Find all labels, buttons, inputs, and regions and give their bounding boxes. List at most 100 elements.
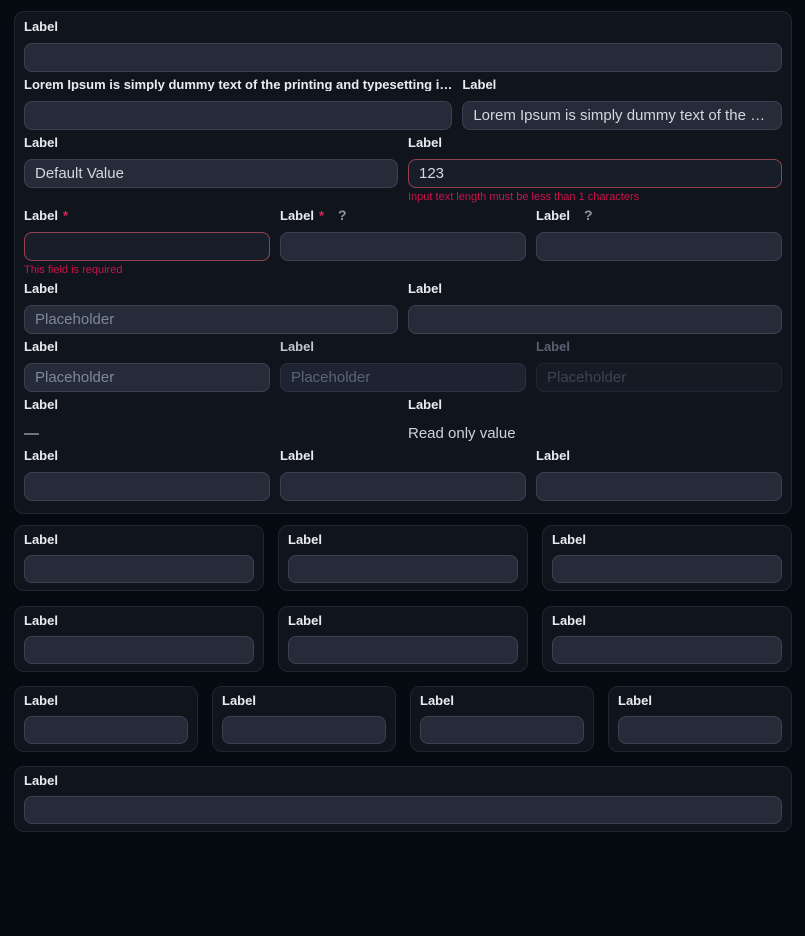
text-input[interactable] — [288, 555, 518, 583]
card-row-2: Label Label Label — [14, 606, 792, 672]
plain-field: Label — [280, 449, 526, 501]
field-label: Label — [288, 614, 322, 627]
text-input[interactable] — [280, 232, 526, 261]
field-label: Label — [24, 136, 58, 149]
field-label-row: Lorem Ipsum is simply dummy text of the … — [24, 78, 452, 91]
text-input-error[interactable] — [24, 232, 270, 261]
field-label-row: Label — [24, 694, 188, 707]
text-input[interactable] — [536, 472, 782, 501]
field-label: Label — [24, 774, 58, 787]
field-label: Label — [280, 340, 314, 353]
text-input[interactable] — [24, 363, 270, 392]
help-field: Label ? — [536, 209, 782, 276]
readonly-value: Read only value — [408, 426, 782, 441]
field-card: Label — [278, 525, 528, 591]
field-label-row: Label — [24, 449, 270, 462]
text-input[interactable] — [24, 716, 188, 744]
field-label-row: Label — [552, 614, 782, 627]
text-input[interactable] — [24, 305, 398, 334]
default-value-field: Label — [24, 136, 398, 203]
text-input-disabled — [280, 363, 526, 392]
field-label: Label — [618, 694, 652, 707]
field-label: Label — [536, 449, 570, 462]
field-label-row: Label — [24, 398, 398, 411]
plain-field: Label — [536, 449, 782, 501]
text-input[interactable] — [552, 636, 782, 664]
field-label-row: Label — [24, 614, 254, 627]
field-label-row: Label — [408, 398, 782, 411]
readonly-value: — — [24, 426, 398, 441]
field-label: Label — [222, 694, 256, 707]
text-input[interactable] — [552, 555, 782, 583]
field-card-full-width: Label — [14, 766, 792, 832]
card-row-4: Label — [14, 766, 792, 832]
text-input[interactable] — [24, 796, 782, 824]
text-input[interactable] — [24, 43, 782, 72]
required-field: Label * This field is required — [24, 209, 270, 276]
field-label: Label — [24, 20, 58, 33]
field-label: Label — [280, 449, 314, 462]
field-label: Label — [552, 533, 586, 546]
field-error-message: Input text length must be less than 1 ch… — [408, 192, 782, 203]
required-asterisk-icon: * — [319, 209, 324, 222]
field-label-row: Label — [420, 694, 584, 707]
field-error-message: This field is required — [24, 265, 270, 276]
form-row-1: Label — [24, 20, 782, 72]
placeholder-field-most-disabled: Label — [536, 340, 782, 392]
field-label: Label — [462, 78, 496, 91]
text-input[interactable] — [24, 472, 270, 501]
field-label-row: Label * ? — [280, 209, 526, 222]
field-label-row: Label — [24, 136, 398, 149]
readonly-empty-field: Label — — [24, 398, 398, 443]
text-input[interactable] — [420, 716, 584, 744]
field-card: Label — [542, 606, 792, 672]
field-card: Label — [14, 606, 264, 672]
field-label-row: Label — [280, 340, 526, 353]
form-row-5: Label Label — [24, 282, 782, 334]
help-icon[interactable]: ? — [338, 209, 347, 222]
text-input[interactable] — [288, 636, 518, 664]
field-label-row: Label — [280, 449, 526, 462]
field-label-row: Label — [618, 694, 782, 707]
help-icon[interactable]: ? — [584, 209, 593, 222]
text-input[interactable] — [24, 159, 398, 188]
form-row-2: Lorem Ipsum is simply dummy text of the … — [24, 78, 782, 130]
field-label: Label — [24, 449, 58, 462]
field-label-row: Label — [288, 614, 518, 627]
text-input[interactable] — [462, 101, 782, 130]
field-card: Label — [608, 686, 792, 752]
field-label-row: Label — [222, 694, 386, 707]
text-input[interactable] — [24, 636, 254, 664]
text-input[interactable] — [618, 716, 782, 744]
text-input[interactable] — [222, 716, 386, 744]
field-label: Label — [280, 209, 314, 222]
plain-field: Label — [408, 282, 782, 334]
text-input[interactable] — [24, 555, 254, 583]
card-row-3: Label Label Label Label — [14, 686, 792, 752]
text-input[interactable] — [280, 472, 526, 501]
field-label-row: Label — [536, 449, 782, 462]
field-card: Label — [278, 606, 528, 672]
field-label: Label — [24, 614, 58, 627]
text-input[interactable] — [408, 305, 782, 334]
field-label: Label — [24, 340, 58, 353]
field-label: Label — [288, 533, 322, 546]
readonly-value-field: Label Read only value — [408, 398, 782, 443]
long-label-field: Lorem Ipsum is simply dummy text of the … — [24, 78, 452, 130]
placeholder-field-normal: Label — [24, 340, 270, 392]
field-label-row: Label — [24, 340, 270, 353]
max-length-error-field: Label Input text length must be less tha… — [408, 136, 782, 203]
field-label-row: Label ? — [536, 209, 782, 222]
text-input[interactable] — [536, 232, 782, 261]
field-card: Label — [410, 686, 594, 752]
text-input-disabled — [536, 363, 782, 392]
field-label-row: Label — [408, 282, 782, 295]
field-label: Label — [552, 614, 586, 627]
field-label-row: Label — [462, 78, 782, 91]
field-label: Lorem Ipsum is simply dummy text of the … — [24, 78, 452, 91]
card-row-1: Label Label Label — [14, 525, 792, 591]
text-input-error[interactable] — [408, 159, 782, 188]
field-label-row: Label — [24, 282, 398, 295]
text-input[interactable] — [24, 101, 452, 130]
field-label: Label — [24, 694, 58, 707]
